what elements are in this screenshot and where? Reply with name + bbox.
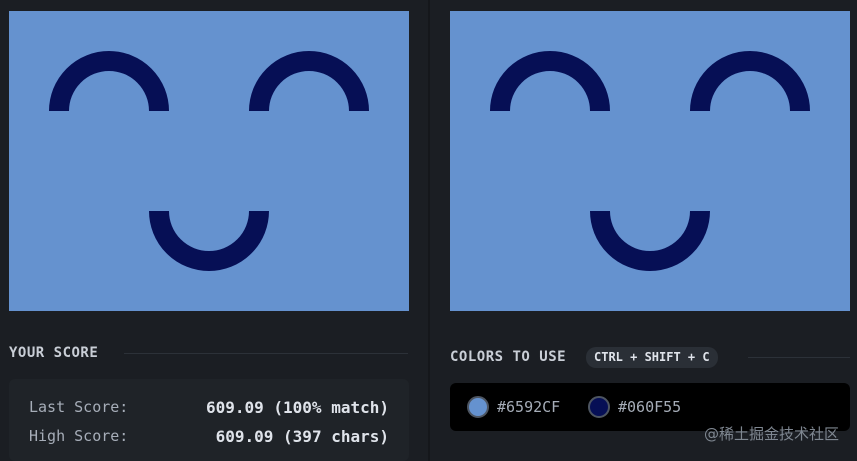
output-panel: YOUR SCORE Last Score: 609.09 (100% matc… — [0, 0, 428, 461]
color-swatch-2[interactable]: #060F55 — [588, 395, 681, 419]
score-section-rule — [124, 353, 408, 354]
high-score-label: High Score: — [29, 427, 129, 445]
high-score-value: 609.09 (397 chars) — [215, 427, 389, 446]
output-canvas — [9, 11, 409, 311]
score-section-title: YOUR SCORE — [9, 345, 99, 361]
swatch-2-hex[interactable]: #060F55 — [618, 398, 681, 416]
color-swatch-1[interactable]: #6592CF — [467, 395, 560, 419]
output-drawing — [9, 11, 409, 311]
swatch-1-hex[interactable]: #6592CF — [497, 398, 560, 416]
target-canvas — [450, 11, 850, 311]
last-score-value: 609.09 (100% match) — [205, 398, 389, 417]
score-box: Last Score: 609.09 (100% match) High Sco… — [9, 379, 409, 461]
swatch-2-dot[interactable] — [588, 396, 610, 418]
target-drawing — [450, 11, 850, 311]
colors-section-title: COLORS TO USE — [450, 349, 567, 365]
copy-shortcut-badge: CTRL + SHIFT + C — [586, 347, 718, 368]
colors-section-rule — [748, 357, 850, 358]
watermark: @稀土掘金技术社区 — [703, 425, 839, 443]
swatch-1-dot[interactable] — [467, 396, 489, 418]
last-score-label: Last Score: — [29, 398, 129, 416]
